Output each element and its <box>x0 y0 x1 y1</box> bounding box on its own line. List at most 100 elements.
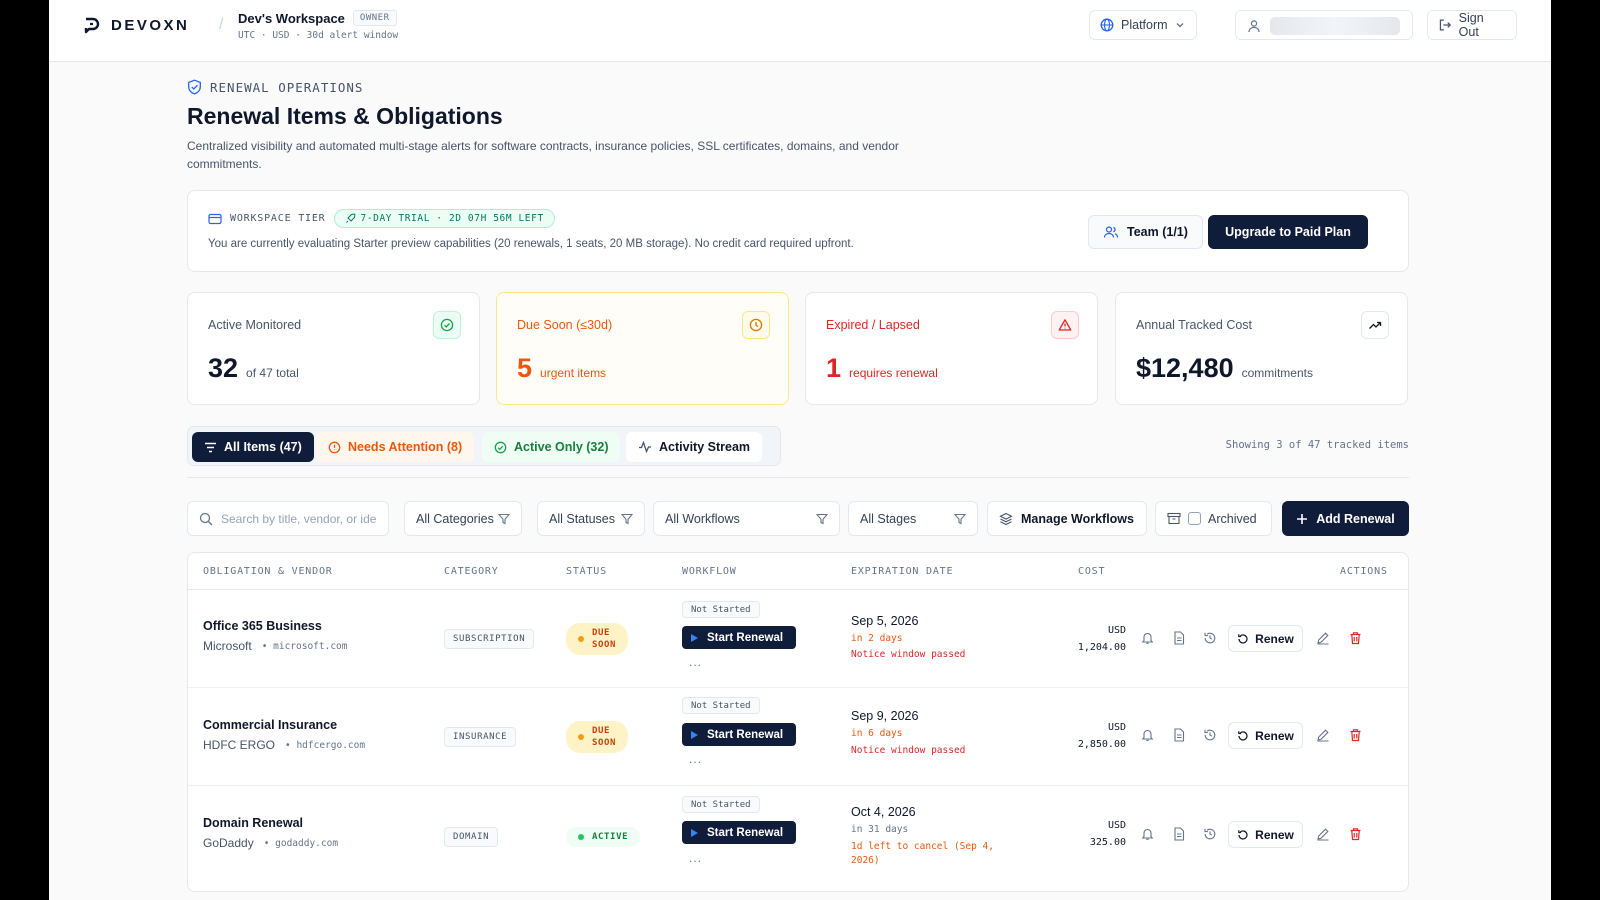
results-count: Showing 3 of 47 tracked items <box>1225 439 1409 451</box>
status-text-1: DUE <box>592 628 611 638</box>
stat-value: $12,480 <box>1136 353 1234 383</box>
signout-icon <box>1439 19 1452 31</box>
archived-toggle[interactable]: Archived <box>1155 501 1272 536</box>
start-renewal-button[interactable]: Start Renewal <box>682 723 796 746</box>
history-icon[interactable] <box>1200 628 1220 648</box>
column-header-status[interactable]: STATUS <box>566 566 607 577</box>
stat-card-cost[interactable]: Annual Tracked Cost $12,480 commitments <box>1115 292 1408 405</box>
start-renewal-label: Start Renewal <box>707 826 784 839</box>
table-row[interactable]: Commercial Insurance HDFC ERGO • hdfcergo… <box>188 688 1408 786</box>
status-filter-label: All Statuses <box>549 511 616 526</box>
play-icon <box>691 730 698 739</box>
column-header-obligation[interactable]: OBLIGATION & VENDOR <box>203 566 333 577</box>
layers-icon <box>999 512 1013 525</box>
column-header-cost[interactable]: COST <box>1078 566 1105 577</box>
stat-card-active[interactable]: Active Monitored 32 of 47 total <box>187 292 480 405</box>
stat-value: 32 <box>208 353 239 383</box>
trash-icon[interactable] <box>1345 824 1365 844</box>
user-menu[interactable] <box>1235 10 1413 40</box>
platform-dropdown[interactable]: Platform <box>1089 10 1197 40</box>
status-text-1: DUE <box>592 726 611 736</box>
category-filter[interactable]: All Categories <box>404 501 522 536</box>
bell-icon[interactable] <box>1137 824 1157 844</box>
document-icon[interactable] <box>1169 725 1189 745</box>
renew-icon <box>1238 633 1248 644</box>
stage-filter[interactable]: All Stages <box>848 501 978 536</box>
renewals-table: OBLIGATION & VENDOR CATEGORY STATUS WORK… <box>187 552 1409 892</box>
stat-sub: commitments <box>1241 366 1313 380</box>
document-icon[interactable] <box>1169 824 1189 844</box>
tab-activity-stream[interactable]: Activity Stream <box>626 432 763 462</box>
tab-all-items[interactable]: All Items (47) <box>192 432 314 462</box>
table-row[interactable]: Domain Renewal GoDaddy • godaddy.com DOMA… <box>188 786 1408 891</box>
obligation-title[interactable]: Domain Renewal <box>203 816 303 830</box>
workflow-more-button[interactable]: ... <box>689 851 702 865</box>
cost-currency: USD <box>1107 722 1126 733</box>
status-filter[interactable]: All Statuses <box>537 501 645 536</box>
funnel-icon <box>621 513 633 524</box>
document-icon[interactable] <box>1169 628 1189 648</box>
bell-icon[interactable] <box>1137 628 1157 648</box>
cost-amount: 325.00 <box>1089 837 1126 848</box>
status-badge: ACTIVE <box>566 827 641 847</box>
workflow-filter[interactable]: All Workflows <box>653 501 840 536</box>
tier-description: You are currently evaluating Starter pre… <box>208 238 854 250</box>
stat-card-expired[interactable]: Expired / Lapsed 1 requires renewal <box>805 292 1098 405</box>
status-text-2: SOON <box>592 640 617 650</box>
tab-active-only[interactable]: Active Only (32) <box>482 432 621 462</box>
edit-icon[interactable] <box>1313 725 1333 745</box>
vendor-domain: • microsoft.com <box>261 640 348 652</box>
vendor-line: HDFC ERGO • hdfcergo.com <box>203 738 365 752</box>
archived-checkbox[interactable] <box>1188 512 1201 525</box>
renew-label: Renew <box>1255 631 1294 646</box>
renew-button[interactable]: Renew <box>1228 722 1303 749</box>
clock-icon <box>742 311 770 339</box>
column-header-expiration[interactable]: EXPIRATION DATE <box>851 566 953 577</box>
vendor-name: HDFC ERGO <box>203 738 275 752</box>
renew-button[interactable]: Renew <box>1228 625 1303 652</box>
search-input[interactable]: Search by title, vendor, or ide <box>187 501 389 536</box>
workflow-filter-label: All Workflows <box>665 511 740 526</box>
stat-card-due-soon[interactable]: Due Soon (≤30d) 5 urgent items <box>496 292 789 405</box>
start-renewal-button[interactable]: Start Renewal <box>682 626 796 649</box>
obligation-title[interactable]: Office 365 Business <box>203 619 322 633</box>
upgrade-button[interactable]: Upgrade to Paid Plan <box>1208 215 1368 249</box>
team-button[interactable]: Team (1/1) <box>1088 215 1203 249</box>
start-renewal-button[interactable]: Start Renewal <box>682 821 796 844</box>
edit-icon[interactable] <box>1313 628 1333 648</box>
column-header-category[interactable]: CATEGORY <box>444 566 499 577</box>
page-title: Renewal Items & Obligations <box>187 103 503 129</box>
brand[interactable]: DEVOXN <box>83 16 189 34</box>
add-renewal-button[interactable]: Add Renewal <box>1282 501 1409 536</box>
trash-icon[interactable] <box>1345 725 1365 745</box>
trash-icon[interactable] <box>1345 628 1365 648</box>
workspace-tier-card: WORKSPACE TIER 7-DAY TRIAL · 2D 07H 56M … <box>187 190 1409 272</box>
tab-needs-attention[interactable]: Needs Attention (8) <box>316 432 475 462</box>
archived-label: Archived <box>1208 511 1257 526</box>
workflow-more-button[interactable]: ... <box>689 752 702 766</box>
alert-circle-icon <box>328 441 341 453</box>
stat-value: 5 <box>517 353 533 383</box>
cost-cell: USD 325.00 <box>1090 817 1126 851</box>
workspace-switcher[interactable]: Dev's Workspace OWNER UTC · USD · 30d al… <box>238 10 398 41</box>
column-header-workflow[interactable]: WORKFLOW <box>682 566 737 577</box>
bell-icon[interactable] <box>1137 725 1157 745</box>
table-row[interactable]: Office 365 Business Microsoft • microsoft… <box>188 590 1408 688</box>
tab-label: Activity Stream <box>659 440 751 454</box>
obligation-title[interactable]: Commercial Insurance <box>203 718 337 732</box>
workflow-more-button[interactable]: ... <box>689 655 702 669</box>
start-renewal-label: Start Renewal <box>707 631 784 644</box>
days-remaining: in 31 days <box>851 824 909 835</box>
vendor-line: GoDaddy • godaddy.com <box>203 836 338 850</box>
edit-icon[interactable] <box>1313 824 1333 844</box>
renew-label: Renew <box>1255 728 1294 743</box>
renew-icon <box>1238 829 1248 840</box>
brand-name: DEVOXN <box>111 16 190 34</box>
renew-button[interactable]: Renew <box>1228 821 1303 848</box>
workspace-meta: UTC · USD · 30d alert window <box>238 30 399 41</box>
manage-workflows-button[interactable]: Manage Workflows <box>987 501 1147 536</box>
history-icon[interactable] <box>1200 824 1220 844</box>
history-icon[interactable] <box>1200 725 1220 745</box>
funnel-icon <box>816 513 828 524</box>
sign-out-button[interactable]: Sign Out <box>1427 10 1517 40</box>
